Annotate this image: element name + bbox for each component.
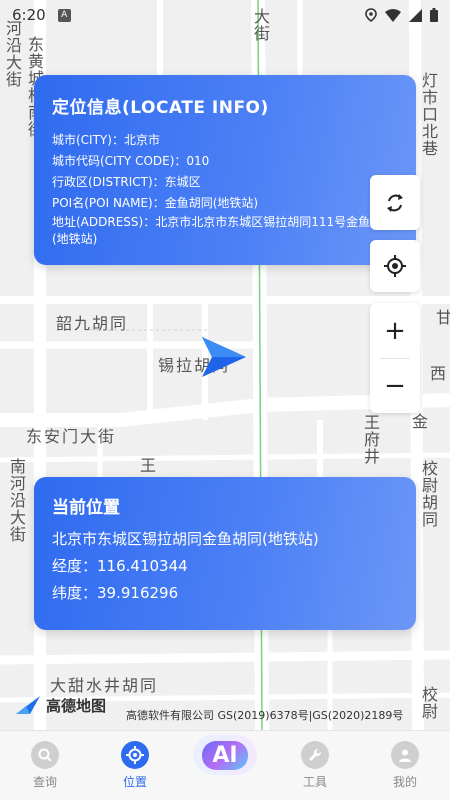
map-label-xi: 西 bbox=[430, 364, 449, 383]
current-position-longitude: 经度：116.410344 bbox=[52, 557, 188, 575]
refresh-icon bbox=[387, 193, 403, 212]
locate-poi-name: POI名(POI NAME)：金鱼胡同(地铁站) bbox=[52, 196, 259, 210]
tab-tools[interactable]: 工具 bbox=[270, 731, 360, 800]
map-label-da-tian-shui: 大甜水井胡同 bbox=[50, 676, 159, 695]
status-time: 6:20 bbox=[12, 6, 46, 24]
locate-info-title: 定位信息(LOCATE INFO) bbox=[52, 98, 269, 118]
location-status-icon bbox=[365, 8, 377, 22]
tab-query-label: 查询 bbox=[32, 775, 57, 789]
signal-icon bbox=[409, 8, 422, 22]
map-label-wang: 王 bbox=[140, 456, 159, 475]
user-icon bbox=[391, 741, 419, 769]
locate-city: 城市(CITY)：北京市 bbox=[52, 133, 160, 147]
tab-location[interactable]: 位置 bbox=[90, 731, 180, 800]
wrench-icon bbox=[301, 741, 329, 769]
current-position-title: 当前位置 bbox=[52, 498, 120, 518]
zoom-in-button[interactable]: + bbox=[370, 303, 420, 358]
search-icon bbox=[31, 741, 59, 769]
tab-query[interactable]: 查询 bbox=[0, 731, 90, 800]
refresh-location-button[interactable] bbox=[370, 175, 420, 230]
map-label-shao-jiu: 韶九胡同 bbox=[56, 314, 129, 333]
tab-mine[interactable]: 我的 bbox=[360, 731, 450, 800]
tab-location-label: 位置 bbox=[122, 775, 147, 789]
status-app-badge: A bbox=[57, 8, 71, 22]
locate-city-code: 城市代码(CITY CODE)：010 bbox=[52, 154, 210, 168]
tab-ai[interactable]: AI bbox=[180, 731, 270, 800]
map-label-dong-an-men: 东安门大街 bbox=[26, 427, 117, 446]
current-position-address: 北京市东城区锡拉胡同金鱼胡同(地铁站) bbox=[52, 530, 319, 548]
bottom-tab-bar: 查询 位置 AI 工具 我的 bbox=[0, 730, 450, 800]
battery-icon bbox=[430, 8, 438, 22]
location-arrow-icon bbox=[202, 337, 246, 377]
status-bar: 6:20 A bbox=[0, 0, 450, 30]
tab-mine-label: 我的 bbox=[392, 775, 417, 789]
zoom-out-button[interactable]: − bbox=[370, 358, 420, 413]
amap-logo: 高德地图 bbox=[14, 694, 106, 716]
map-label-gan: 甘 bbox=[436, 308, 450, 327]
location-target-icon bbox=[121, 741, 149, 769]
locate-address: 地址(ADDRESS)：北京市北京市东城区锡拉胡同111号金鱼胡同(地铁站) bbox=[52, 215, 395, 246]
locate-info-card: 定位信息(LOCATE INFO) 城市(CITY)：北京市 城市代码(CITY… bbox=[34, 75, 416, 265]
map-label-deng-shi: 灯市口北巷 bbox=[419, 72, 438, 157]
map-label-wang-fu-jing: 王府井 bbox=[361, 414, 380, 465]
amap-logo-icon bbox=[16, 696, 40, 714]
crosshair-icon bbox=[384, 255, 406, 277]
zoom-controls: + − bbox=[370, 303, 420, 413]
current-position-latitude: 纬度：39.916296 bbox=[52, 584, 179, 602]
current-position-card: 当前位置 北京市东城区锡拉胡同金鱼胡同(地铁站) 经度：116.410344 纬… bbox=[34, 477, 416, 630]
map-label-he-yan: 河沿大街 bbox=[3, 20, 22, 88]
map-label-xiao-wei: 校尉胡同 bbox=[419, 460, 438, 528]
wifi-icon bbox=[385, 8, 401, 22]
my-location-button[interactable] bbox=[370, 240, 420, 292]
tab-tools-label: 工具 bbox=[302, 775, 327, 789]
map-label-xiao-bottom: 校尉 bbox=[419, 686, 438, 720]
ai-icon: AI bbox=[193, 735, 257, 775]
map-copyright: 高德软件有限公司 GS(2019)6378号|GS(2020)2189号 bbox=[126, 709, 404, 722]
zoom-divider bbox=[380, 358, 410, 359]
amap-logo-text: 高德地图 bbox=[46, 696, 107, 715]
map-label-nan-he-yan: 南河沿大街 bbox=[7, 458, 26, 543]
locate-district: 行政区(DISTRICT)：东城区 bbox=[52, 175, 201, 189]
ai-label: AI bbox=[202, 740, 248, 770]
